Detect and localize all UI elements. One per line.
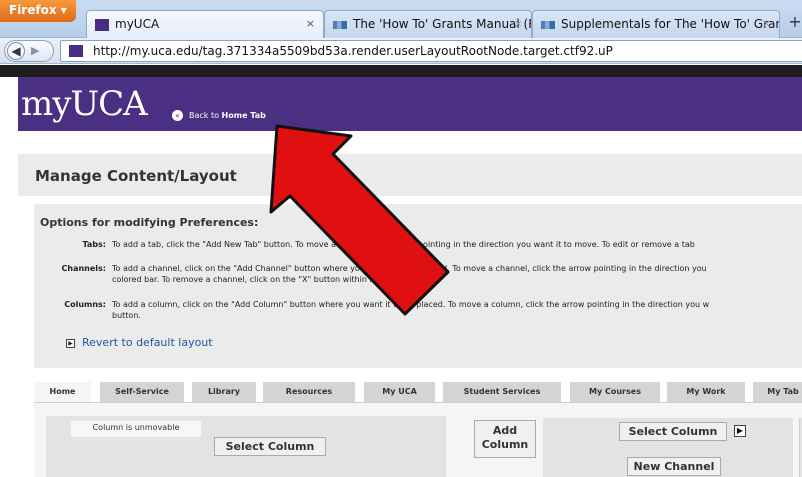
tab-self-service[interactable]: Self-Service: [100, 382, 184, 402]
tab-student-services[interactable]: Student Services: [443, 382, 561, 402]
double-left-arrow-icon: «: [172, 110, 183, 121]
back-prefix: Back to: [189, 111, 222, 120]
tab-title: The 'How To' Grants Manual (Rowma...: [353, 17, 531, 31]
option-text: button.: [112, 311, 141, 320]
browser-tab-myuca[interactable]: myUCA ×: [86, 10, 324, 38]
revert-label: Revert to default layout: [82, 336, 213, 349]
myuca-logo[interactable]: myUCA: [21, 84, 148, 124]
column-unmovable-label: Column is unmovable: [71, 421, 201, 437]
options-heading: Options for modifying Preferences:: [40, 216, 259, 229]
uca-favicon-icon: [95, 19, 109, 31]
add-column-label-1: Add: [492, 424, 518, 437]
browser-nav-bar: ◀ ▶ http://my.uca.edu/tag.371334a5509bd5…: [0, 38, 802, 64]
column-1: Column is unmovable Select Column: [46, 416, 446, 477]
option-text: To add a column, click on the "Add Colum…: [112, 300, 710, 309]
preferences-options-panel: Options for modifying Preferences: Tabs:…: [34, 204, 802, 368]
site-header: myUCA « Back to Home Tab: [18, 77, 802, 131]
option-text: To add a channel, click on the "Add Chan…: [112, 264, 707, 273]
tab-home[interactable]: Home: [34, 382, 91, 402]
revert-to-default-link[interactable]: ▶ Revert to default layout: [66, 336, 213, 349]
screenshot-root: Firefox ▾ myUCA × The 'How To' Grants Ma…: [0, 0, 802, 477]
close-tab-icon[interactable]: ×: [306, 17, 315, 30]
tab-my-uca[interactable]: My UCA: [364, 382, 435, 402]
tab-my-courses[interactable]: My Courses: [570, 382, 660, 402]
option-text: colored bar. To remove a channel, click …: [112, 275, 429, 284]
tab-title: myUCA: [115, 17, 160, 31]
layout-editor: Column is unmovable Select Column Add Co…: [34, 402, 802, 477]
page-title-band: Manage Content/Layout: [18, 154, 802, 196]
forward-arrow-icon[interactable]: ▶: [31, 44, 39, 57]
option-text: To add a tab, click the "Add New Tab" bu…: [112, 240, 695, 249]
browser-tab-bar: Firefox ▾ myUCA × The 'How To' Grants Ma…: [0, 0, 802, 38]
tab-library[interactable]: Library: [192, 382, 256, 402]
browser-tab-grants-manual[interactable]: The 'How To' Grants Manual (Rowma... ×: [324, 10, 532, 38]
select-column-button[interactable]: Select Column: [214, 437, 326, 456]
page-title: Manage Content/Layout: [35, 167, 237, 185]
select-column-button[interactable]: Select Column: [619, 422, 727, 441]
close-tab-icon[interactable]: ×: [762, 17, 771, 30]
browser-tab-supplementals[interactable]: Supplementals for The 'How To' Gran... ×: [532, 10, 780, 38]
tab-my-work[interactable]: My Work: [667, 382, 745, 402]
rowman-favicon-icon: [541, 21, 555, 29]
back-arrow-icon[interactable]: ◀: [7, 42, 25, 60]
url-text: http://my.uca.edu/tag.371334a5509bd53a.r…: [93, 44, 613, 58]
back-to-home-tab-link[interactable]: « Back to Home Tab: [172, 110, 266, 121]
back-forward-group: ◀ ▶: [4, 40, 54, 62]
option-label: Channels:: [61, 264, 106, 273]
new-tab-button[interactable]: +: [783, 12, 802, 36]
close-tab-icon[interactable]: ×: [514, 17, 523, 30]
new-channel-button[interactable]: New Channel: [627, 457, 721, 476]
option-label: Columns:: [64, 300, 106, 309]
tab-resources[interactable]: Resources: [263, 382, 355, 402]
back-target: Home Tab: [221, 111, 266, 120]
layout-tab-row: Home Self-Service Library Resources My U…: [34, 382, 802, 402]
site-identity-icon[interactable]: [69, 45, 83, 57]
option-label: Tabs:: [82, 240, 106, 249]
firefox-menu-button[interactable]: Firefox ▾: [0, 0, 76, 22]
url-bar[interactable]: http://my.uca.edu/tag.371334a5509bd53a.r…: [60, 40, 802, 62]
add-column-label-2: Column: [481, 438, 529, 451]
column-2: Select Column ▶ New Channel: [543, 418, 793, 477]
expand-arrow-icon: ▶: [66, 338, 75, 348]
rowman-favicon-icon: [333, 21, 347, 29]
toolbar-divider: [0, 65, 802, 77]
move-right-arrow-icon[interactable]: ▶: [734, 425, 746, 437]
tab-title: Supplementals for The 'How To' Gran...: [561, 17, 780, 31]
tab-my-tab[interactable]: My Tab: [753, 382, 802, 402]
add-column-button[interactable]: Add Column: [474, 420, 536, 458]
